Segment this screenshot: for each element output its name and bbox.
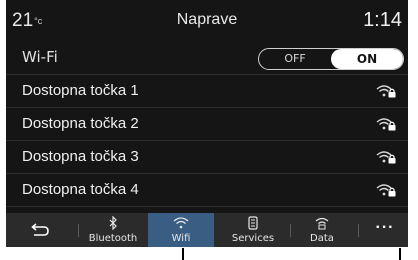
wifi-locked-icon — [376, 118, 396, 131]
more-icon: ··· — [375, 219, 395, 236]
wifi-locked-icon — [376, 184, 396, 197]
tab-wifi-label: Wifi — [171, 233, 191, 244]
infotainment-screen: 21°c Naprave 1:14 Wi-Fi OFF ON Dostopna … — [6, 0, 408, 247]
hotspot-name: Dostopna točka 1 — [22, 82, 139, 99]
tab-data-label: Data — [310, 233, 334, 244]
more-button[interactable]: ··· — [362, 213, 408, 247]
list-item[interactable]: Dostopna točka 1 — [6, 75, 408, 108]
bottom-nav-bar: Bluetooth Wifi Services Data ··· — [6, 213, 408, 247]
back-arrow-icon — [31, 223, 49, 236]
wifi-locked-icon — [376, 151, 396, 164]
tab-data[interactable]: Data — [294, 213, 350, 247]
clock: 1:14 — [363, 9, 402, 31]
bluetooth-icon — [109, 216, 117, 230]
tab-services[interactable]: Services — [220, 213, 286, 247]
list-item[interactable]: Dostopna točka 4 — [6, 174, 408, 207]
wifi-on-option[interactable]: ON — [331, 49, 403, 69]
tab-bluetooth-label: Bluetooth — [88, 233, 138, 244]
nav-divider — [358, 224, 359, 237]
wifi-label: Wi-Fi — [22, 48, 58, 66]
hotspot-name: Dostopna točka 2 — [22, 115, 139, 132]
hotspot-name: Dostopna točka 3 — [22, 148, 139, 165]
tab-bluetooth[interactable]: Bluetooth — [80, 213, 146, 247]
nav-divider — [290, 224, 291, 237]
wifi-off-option[interactable]: OFF — [259, 49, 331, 69]
tab-services-label: Services — [231, 233, 275, 244]
wifi-icon — [173, 217, 189, 229]
wifi-toggle[interactable]: OFF ON — [258, 48, 404, 70]
nav-divider — [78, 224, 79, 237]
hotspot-name: Dostopna točka 4 — [22, 181, 139, 198]
list-item[interactable]: Dostopna točka 3 — [6, 141, 408, 174]
list-item[interactable]: Dostopna točka 2 — [6, 108, 408, 141]
status-bar: 21°c Naprave 1:14 — [6, 0, 408, 42]
data-signal-icon — [315, 217, 329, 230]
hotspot-list: Dostopna točka 1 Dostopna točka 2 Dostop… — [6, 75, 408, 207]
tab-wifi[interactable]: Wifi — [148, 213, 214, 247]
wifi-locked-icon — [376, 85, 396, 98]
callout-line-wifi — [182, 248, 184, 260]
back-button[interactable] — [6, 213, 74, 247]
phone-services-icon — [248, 216, 258, 230]
wifi-toggle-row: Wi-Fi OFF ON — [6, 42, 408, 75]
callout-line-more — [399, 248, 401, 260]
page-title: Naprave — [176, 11, 238, 28]
